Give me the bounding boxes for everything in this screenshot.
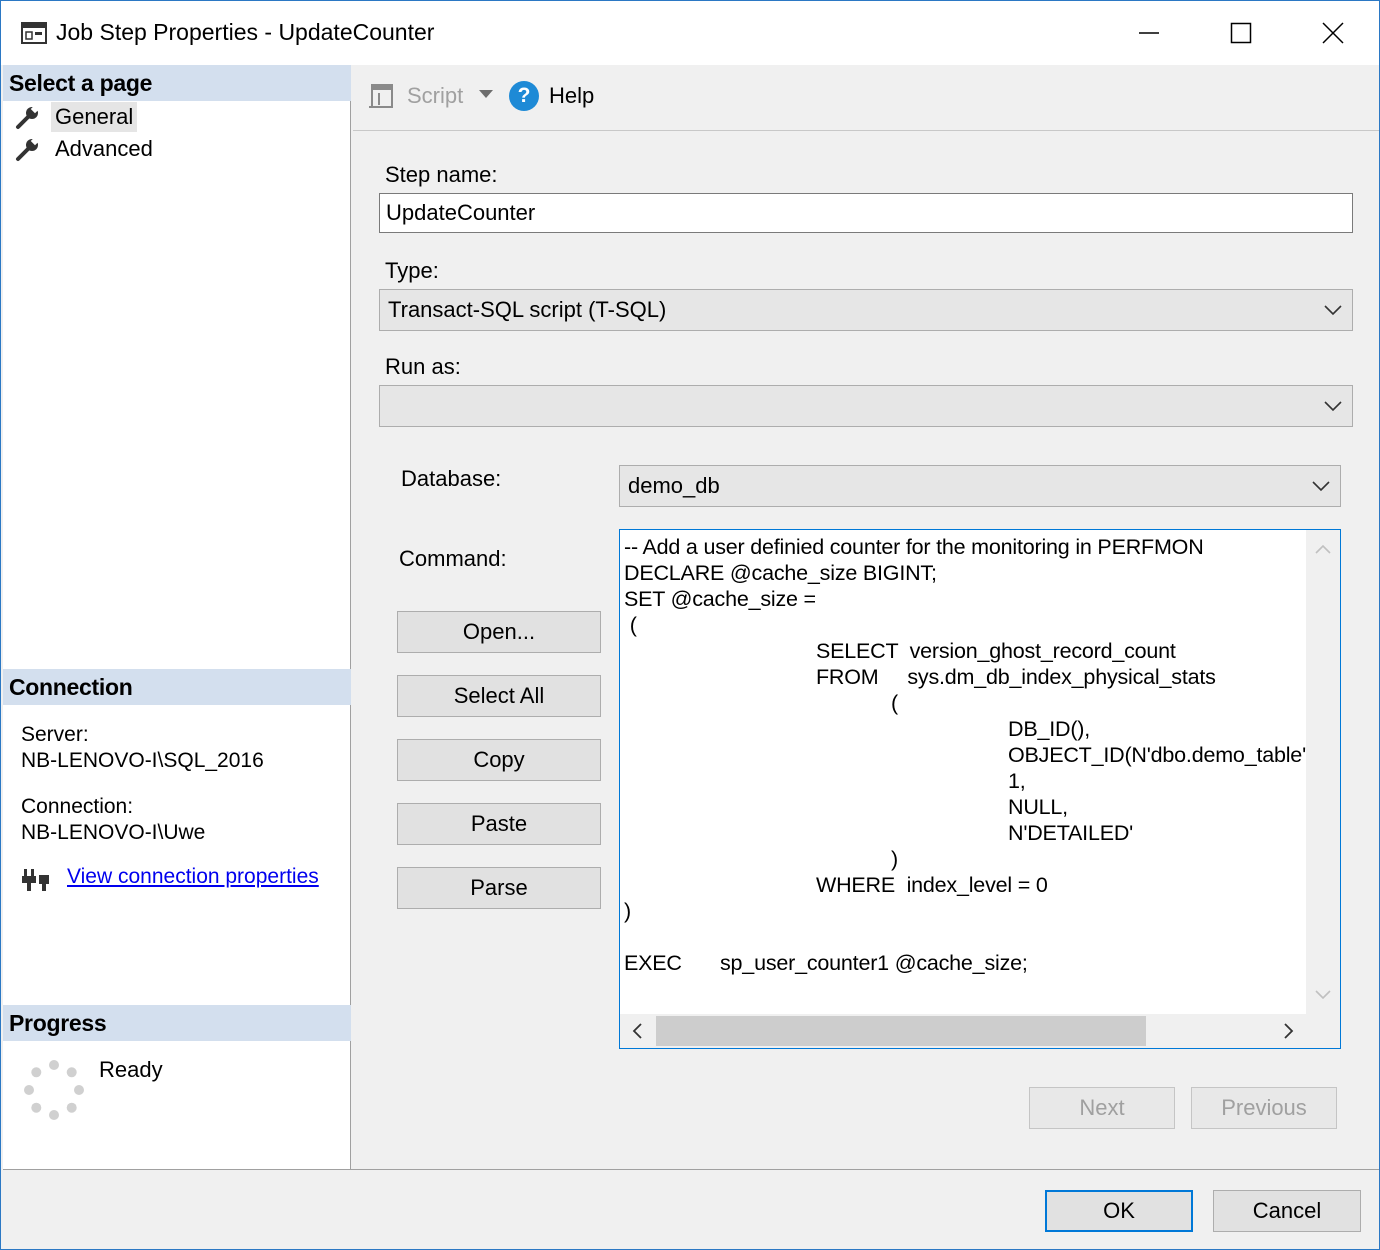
type-label: Type: xyxy=(385,258,439,283)
toolbar: Script ? Help xyxy=(353,65,1379,131)
command-editor[interactable]: -- Add a user definied counter for the m… xyxy=(619,529,1341,1049)
command-label: Command: xyxy=(399,546,507,571)
database-select-value: demo_db xyxy=(628,473,720,498)
maximize-icon xyxy=(1230,22,1252,44)
chevron-up-icon xyxy=(1315,544,1331,554)
help-icon: ? xyxy=(509,81,539,111)
chevron-down-icon xyxy=(1315,990,1331,1000)
server-value: NB-LENOVO-I\SQL_2016 xyxy=(21,749,264,772)
connection-header: Connection xyxy=(3,669,351,705)
page-item-label: Advanced xyxy=(55,136,153,161)
window-title: Job Step Properties - UpdateCounter xyxy=(56,19,435,45)
ok-button[interactable]: OK xyxy=(1045,1190,1193,1232)
run-as-label: Run as: xyxy=(385,354,461,379)
chevron-down-icon xyxy=(1312,481,1330,492)
open-button[interactable]: Open... xyxy=(397,611,601,653)
previous-button[interactable]: Previous xyxy=(1191,1087,1337,1129)
server-label: Server: xyxy=(21,723,89,746)
progress-status: Ready xyxy=(99,1057,163,1082)
run-as-select[interactable] xyxy=(379,385,1353,427)
page-item-general[interactable]: General xyxy=(15,102,138,132)
minimize-icon xyxy=(1139,32,1159,34)
help-button[interactable]: ? Help xyxy=(509,81,594,111)
help-label: Help xyxy=(549,83,595,108)
command-horizontal-scrollbar[interactable] xyxy=(620,1014,1306,1048)
step-name-label: Step name: xyxy=(385,162,498,187)
progress-header: Progress xyxy=(3,1005,351,1041)
left-panel: Select a page General Advanced Connectio… xyxy=(3,65,351,1169)
horizontal-scroll-thumb[interactable] xyxy=(656,1016,1146,1046)
script-label: Script xyxy=(407,83,464,108)
script-button[interactable]: Script xyxy=(367,81,463,111)
maximize-button[interactable] xyxy=(1195,1,1287,65)
page-item-advanced[interactable]: Advanced xyxy=(15,134,157,164)
command-vertical-scrollbar[interactable] xyxy=(1306,530,1340,1014)
connection-properties-icon xyxy=(22,869,49,891)
close-icon xyxy=(1322,22,1344,44)
script-icon xyxy=(369,84,393,108)
next-button[interactable]: Next xyxy=(1029,1087,1175,1129)
step-name-field[interactable]: UpdateCounter xyxy=(379,193,1353,233)
chevron-down-icon xyxy=(1324,401,1342,412)
progress-spinner-icon xyxy=(24,1060,84,1120)
copy-button[interactable]: Copy xyxy=(397,739,601,781)
view-connection-properties-link[interactable]: View connection properties xyxy=(67,865,319,889)
type-select-value: Transact-SQL script (T-SQL) xyxy=(388,297,667,322)
window-icon xyxy=(21,22,47,44)
dialog-footer: OK Cancel xyxy=(3,1169,1379,1249)
select-page-header: Select a page xyxy=(3,65,351,101)
connection-label: Connection: xyxy=(21,795,134,818)
minimize-button[interactable] xyxy=(1103,1,1195,65)
paste-button[interactable]: Paste xyxy=(397,803,601,845)
general-page-form: Step name: UpdateCounter Type: Transact-… xyxy=(353,132,1379,1169)
job-step-properties-dialog: Job Step Properties - UpdateCounter Sele… xyxy=(0,0,1380,1250)
chevron-right-icon xyxy=(1284,1023,1294,1039)
command-text[interactable]: -- Add a user definied counter for the m… xyxy=(624,534,1340,1010)
title-bar: Job Step Properties - UpdateCounter xyxy=(1,1,1379,65)
type-select[interactable]: Transact-SQL script (T-SQL) xyxy=(379,289,1353,331)
chevron-left-icon xyxy=(632,1023,642,1039)
cancel-button[interactable]: Cancel xyxy=(1213,1190,1361,1232)
chevron-down-icon xyxy=(1324,305,1342,316)
wrench-icon xyxy=(16,105,39,129)
scrollbar-corner xyxy=(1306,1014,1340,1048)
database-select[interactable]: demo_db xyxy=(619,465,1341,507)
wrench-icon xyxy=(16,137,39,161)
page-item-label: General xyxy=(51,102,138,132)
select-all-button[interactable]: Select All xyxy=(397,675,601,717)
script-dropdown-arrow-icon[interactable] xyxy=(479,90,493,98)
parse-button[interactable]: Parse xyxy=(397,867,601,909)
close-button[interactable] xyxy=(1287,1,1379,65)
database-label: Database: xyxy=(401,466,502,491)
connection-value: NB-LENOVO-I\Uwe xyxy=(21,821,206,844)
